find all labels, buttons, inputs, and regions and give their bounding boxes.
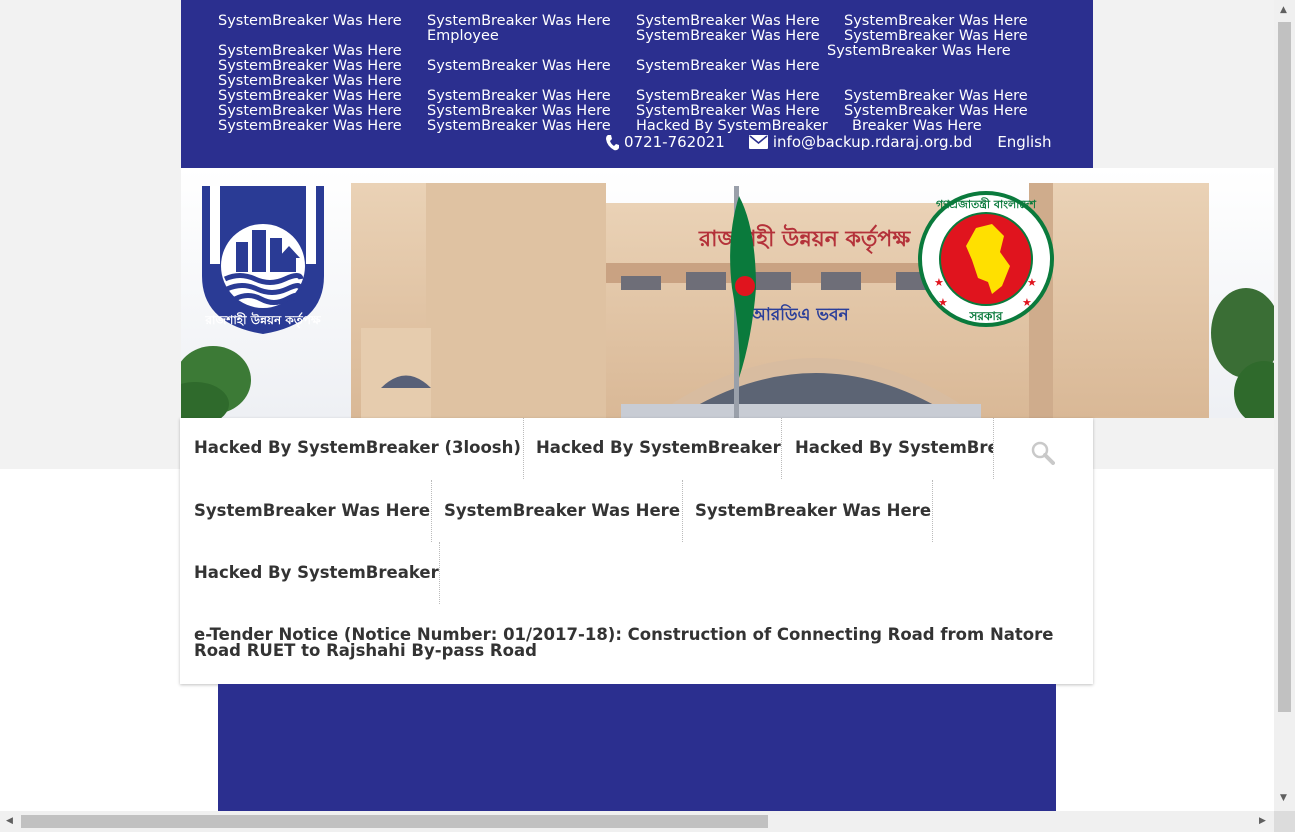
star-icon: ★ — [1022, 296, 1032, 309]
top-link[interactable]: SystemBreaker Was Here — [427, 89, 611, 104]
top-link[interactable]: SystemBreaker Was Here — [218, 59, 402, 74]
nav-divider — [932, 480, 933, 542]
banner-photo: রাজশাহী উন্নয়ন কর্তৃপক্ষ আরডিএ ভবন — [181, 168, 1274, 418]
language-switch[interactable]: English — [997, 133, 1051, 151]
scrollbar-corner — [1274, 811, 1295, 832]
top-link[interactable]: Hacked By SystemBreaker — [636, 119, 828, 134]
star-icon: ★ — [938, 296, 948, 309]
top-link[interactable]: Breaker Was Here — [852, 119, 982, 134]
phone-icon — [605, 134, 619, 151]
phone-number[interactable]: 0721-762021 — [624, 133, 725, 151]
top-link[interactable]: SystemBreaker Was Here — [844, 89, 1028, 104]
nav-divider — [993, 418, 994, 479]
top-link[interactable]: SystemBreaker Was Here — [844, 29, 1028, 44]
star-icon: ★ — [1027, 276, 1037, 289]
building-sign: রাজশাহী উন্নয়ন কর্তৃপক্ষ — [698, 224, 911, 254]
seal-text-bottom: সরকার — [968, 309, 1002, 323]
government-seal: গণপ্রজাতন্ত্রী বাংলাদেশ সরকার ★ ★ ★ ★ — [918, 191, 1054, 327]
top-link[interactable]: SystemBreaker Was Here — [427, 119, 611, 134]
rda-logo-text: রাজশাহী উন্নয়ন কর্তৃপক্ষ — [204, 312, 321, 329]
top-link[interactable]: SystemBreaker Was Here — [427, 14, 611, 29]
scroll-right-icon[interactable]: ▶ — [1259, 816, 1266, 826]
top-link[interactable]: SystemBreaker Was Here — [218, 74, 402, 89]
top-link[interactable]: SystemBreaker Was Here — [827, 44, 1011, 59]
top-link[interactable]: SystemBreaker Was Here — [636, 89, 820, 104]
top-link[interactable]: SystemBreaker Was Here — [636, 59, 820, 74]
nav-item[interactable]: SystemBreaker Was Here — [444, 502, 680, 520]
nav-item[interactable]: SystemBreaker Was Here — [194, 502, 430, 520]
header-banner: রাজশাহী উন্নয়ন কর্তৃপক্ষ আরডিএ ভবন রাজশ… — [181, 168, 1274, 418]
top-link[interactable]: SystemBreaker Was Here — [636, 29, 820, 44]
nav-divider — [682, 480, 683, 542]
top-link-employee[interactable]: Employee — [427, 29, 499, 44]
top-link[interactable]: SystemBreaker Was Here — [218, 89, 402, 104]
top-link[interactable]: SystemBreaker Was Here — [218, 104, 402, 119]
vertical-scroll-thumb[interactable] — [1278, 22, 1291, 712]
nav-item[interactable]: SystemBreaker Was Here — [695, 502, 931, 520]
building-subsign: আরডিএ ভবন — [750, 303, 850, 325]
top-link[interactable]: SystemBreaker Was Here — [218, 14, 402, 29]
nav-item[interactable]: Hacked By SystemBre — [795, 439, 993, 457]
contact-info: 0721-762021 info@backup.rdaraj.org.bd En… — [605, 133, 1051, 151]
top-link[interactable]: SystemBreaker Was Here — [218, 119, 402, 134]
nav-item[interactable]: Hacked By SystemBreaker — [536, 439, 781, 457]
nav-item[interactable]: Hacked By SystemBreaker (3loosh) — [194, 439, 521, 457]
search-icon[interactable] — [1031, 441, 1055, 469]
top-link[interactable]: SystemBreaker Was Here — [636, 14, 820, 29]
top-bar: SystemBreaker Was Here SystemBreaker Was… — [181, 0, 1093, 168]
nav-divider — [781, 418, 782, 479]
scroll-left-icon[interactable]: ◀ — [6, 816, 13, 826]
nav-item[interactable]: Hacked By SystemBreaker — [194, 564, 439, 582]
horizontal-scrollbar[interactable]: ◀ ▶ — [0, 811, 1274, 832]
rda-logo[interactable]: রাজশাহী উন্নয়ন কর্তৃপক্ষ — [200, 184, 326, 336]
vertical-scrollbar[interactable]: ▲ ▼ — [1274, 0, 1295, 811]
top-link[interactable]: SystemBreaker Was Here — [636, 104, 820, 119]
scroll-down-icon[interactable]: ▼ — [1280, 793, 1287, 803]
star-icon: ★ — [934, 276, 944, 289]
mail-icon — [748, 135, 768, 149]
horizontal-scroll-thumb[interactable] — [21, 815, 768, 828]
email-link[interactable]: info@backup.rdaraj.org.bd — [773, 133, 972, 151]
main-navigation: Hacked By SystemBreaker (3loosh) Hacked … — [180, 418, 1093, 684]
nav-divider — [439, 542, 440, 604]
top-link[interactable]: SystemBreaker Was Here — [427, 104, 611, 119]
nav-divider — [431, 480, 432, 542]
tender-notice-link[interactable]: e-Tender Notice (Notice Number: 01/2017-… — [194, 626, 1074, 659]
top-link[interactable]: SystemBreaker Was Here — [844, 14, 1028, 29]
seal-text-top: গণপ্রজাতন্ত্রী বাংলাদেশ — [936, 197, 1037, 211]
top-link[interactable]: SystemBreaker Was Here — [844, 104, 1028, 119]
scroll-up-icon[interactable]: ▲ — [1280, 5, 1287, 15]
nav-divider — [523, 418, 524, 479]
content-area — [218, 684, 1056, 811]
top-link[interactable]: SystemBreaker Was Here — [427, 59, 611, 74]
top-link[interactable]: SystemBreaker Was Here — [218, 44, 402, 59]
